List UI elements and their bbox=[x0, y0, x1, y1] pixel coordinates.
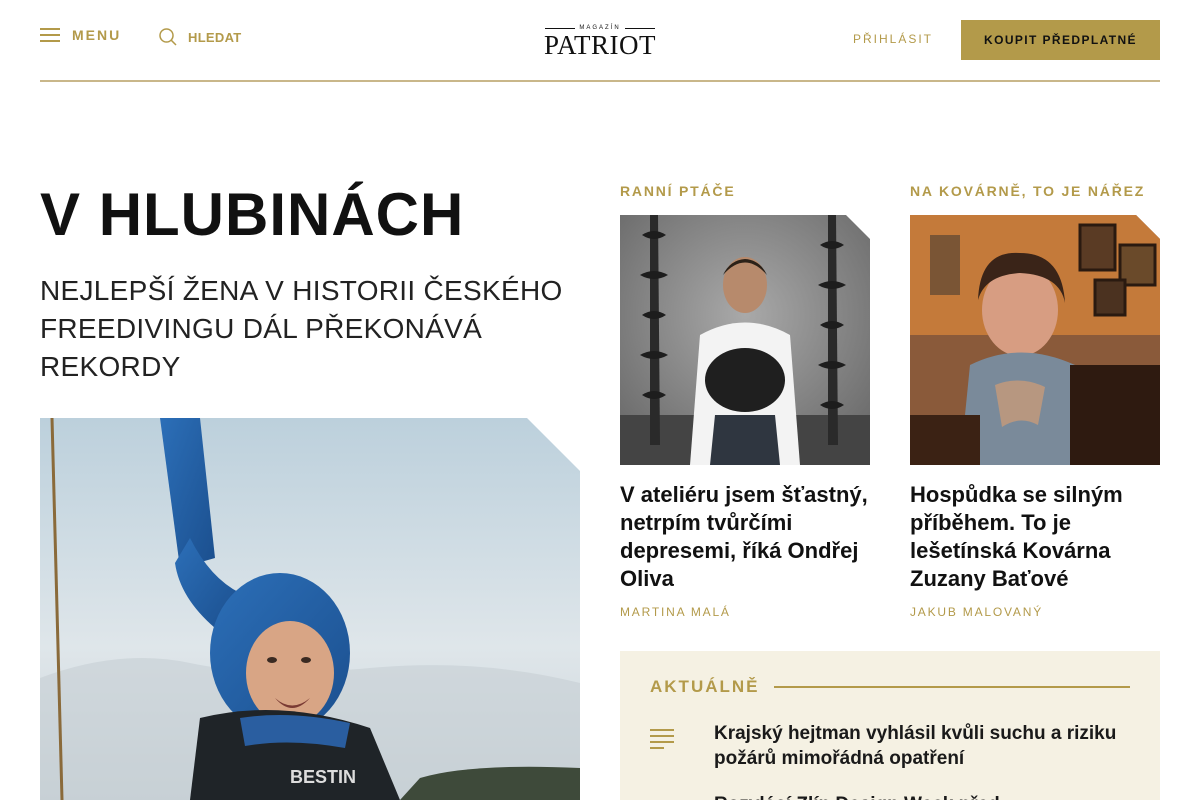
main-article-image[interactable]: BESTIN bbox=[40, 418, 580, 800]
card-title[interactable]: V ateliéru jsem šťastný, netrpím tvůrčím… bbox=[620, 481, 870, 593]
card-category[interactable]: RANNÍ PTÁČE bbox=[620, 183, 870, 203]
card-author[interactable]: JAKUB MALOVANÝ bbox=[910, 605, 1160, 619]
suit-logo-text: BESTIN bbox=[290, 767, 356, 787]
innkeeper-photo bbox=[910, 215, 1160, 465]
card-category[interactable]: NA KOVÁRNĚ, TO JE NÁŘEZ bbox=[910, 183, 1160, 203]
menu-label: MENU bbox=[72, 27, 122, 43]
card-image[interactable] bbox=[620, 215, 870, 465]
article-card-kovarna: NA KOVÁRNĚ, TO JE NÁŘEZ Hospůdka se siln… bbox=[910, 183, 1160, 619]
menu-button[interactable]: MENU bbox=[40, 27, 121, 43]
news-box: AKTUÁLNĚ Krajský hejtman vyhlásil kvůli … bbox=[620, 651, 1160, 800]
site-header: MENU HLEDAT MAGAZÍN PATRIOT PŘIHLÁSIT KO… bbox=[40, 0, 1160, 82]
login-link[interactable]: PŘIHLÁSIT bbox=[853, 32, 933, 46]
news-item[interactable]: Krajský hejtman vyhlásil kvůli suchu a r… bbox=[650, 721, 1130, 771]
artist-photo bbox=[620, 215, 870, 465]
logo-line-left bbox=[545, 27, 576, 29]
main-article-subtitle[interactable]: NEJLEPŠÍ ŽENA V HISTORII ČESKÉHO FREEDIV… bbox=[40, 272, 570, 386]
search-label: HLEDAT bbox=[188, 29, 242, 45]
card-title[interactable]: Hospůdka se silným příběhem. To je lešet… bbox=[910, 481, 1160, 593]
news-item[interactable]: Rozvlácí Zlín Design Week před... bbox=[650, 792, 1130, 800]
news-item-title: Rozvlácí Zlín Design Week před... bbox=[714, 792, 1124, 800]
lines-icon bbox=[650, 792, 714, 800]
lines-icon bbox=[650, 721, 714, 771]
news-item-title: Krajský hejtman vyhlásil kvůli suchu a r… bbox=[714, 723, 1117, 769]
site-logo[interactable]: MAGAZÍN PATRIOT bbox=[538, 24, 662, 60]
card-author[interactable]: MARTINA MALÁ bbox=[620, 605, 870, 619]
main-article-title[interactable]: V HLUBINÁCH bbox=[40, 180, 464, 250]
news-heading-divider bbox=[773, 686, 1130, 688]
subscribe-button[interactable]: KOUPIT PŘEDPLATNÉ bbox=[961, 20, 1160, 60]
news-heading: AKTUÁLNĚ bbox=[650, 677, 760, 696]
hamburger-icon bbox=[40, 28, 60, 42]
news-heading-row: AKTUÁLNĚ bbox=[650, 677, 1130, 697]
search-button[interactable]: HLEDAT bbox=[158, 27, 242, 47]
article-card-oliva: RANNÍ PTÁČE V ateliéru jsem šťastný, net… bbox=[620, 183, 870, 619]
logo-line-right bbox=[624, 27, 655, 29]
freediver-photo: BESTIN bbox=[40, 418, 580, 800]
card-image[interactable] bbox=[910, 215, 1160, 465]
search-icon bbox=[159, 28, 177, 46]
logo-text: PATRIOT bbox=[543, 30, 657, 60]
